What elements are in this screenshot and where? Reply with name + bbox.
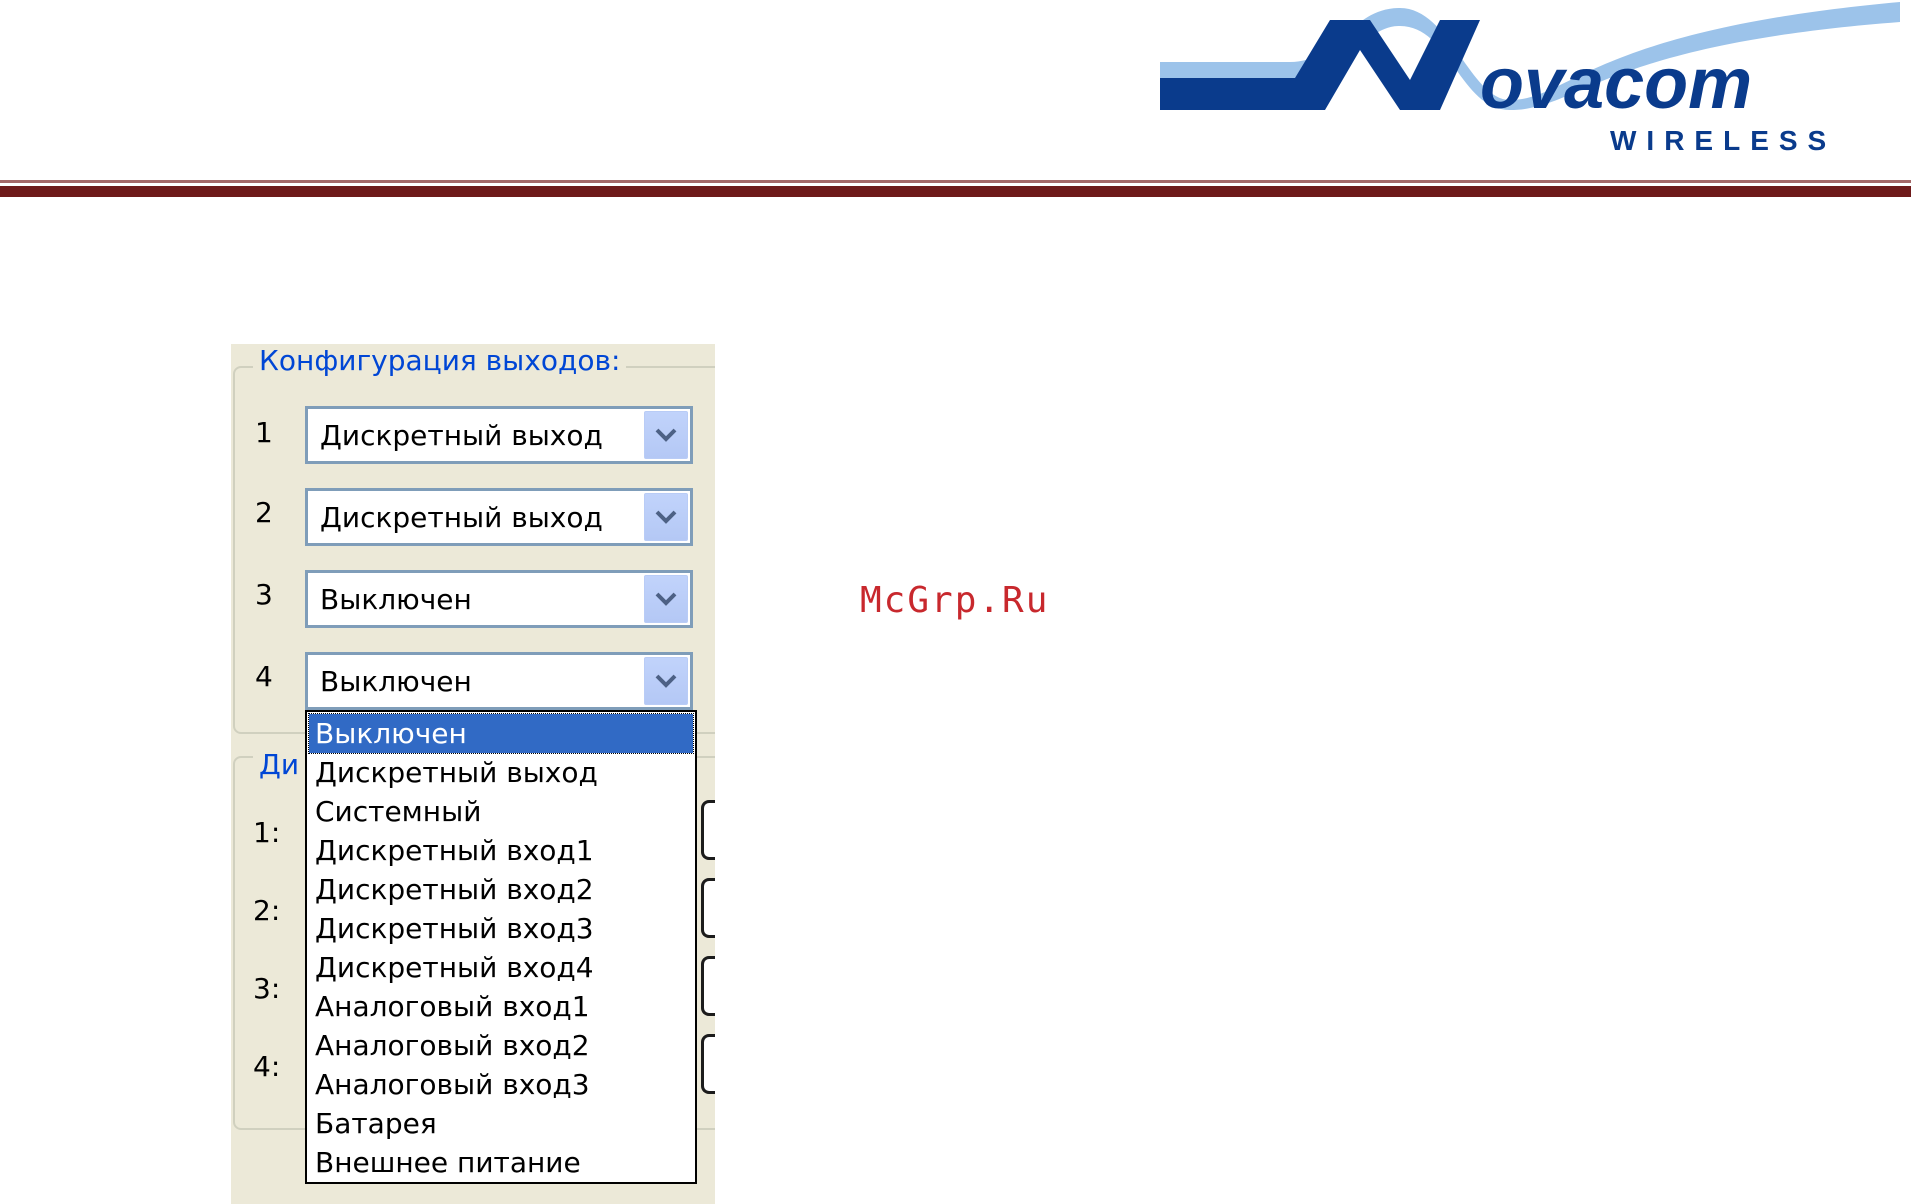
dropdown-option[interactable]: Аналоговый вход1 (309, 987, 693, 1026)
chevron-down-icon (655, 510, 677, 524)
output-4-dropdown-list[interactable]: Выключен Дискретный выход Системный Диск… (305, 710, 697, 1184)
dropdown-option[interactable]: Выключен (308, 713, 694, 754)
output-row-number: 1 (255, 416, 273, 449)
novacom-wireless-logo: ovacom WIRELESS (1160, 2, 1900, 156)
inputs-legend: Ди (253, 748, 306, 781)
output-3-combobox[interactable]: Выключен (305, 570, 693, 628)
combobox-value: Выключен (320, 665, 472, 698)
output-2-combobox[interactable]: Дискретный выход (305, 488, 693, 546)
combobox-value: Дискретный выход (320, 501, 603, 534)
combobox-value: Выключен (320, 583, 472, 616)
input-row-label: 3: (253, 972, 281, 1005)
dropdown-button[interactable] (644, 493, 688, 541)
config-dialog-screenshot: Конфигурация выходов: 1 Дискретный выход… (231, 344, 715, 1204)
dropdown-option[interactable]: Дискретный вход2 (309, 870, 693, 909)
output-row-number: 2 (255, 496, 273, 529)
dropdown-option[interactable]: Батарея (309, 1104, 693, 1143)
dropdown-option[interactable]: Дискретный вход1 (309, 831, 693, 870)
output-1-combobox[interactable]: Дискретный выход (305, 406, 693, 464)
dropdown-option[interactable]: Аналоговый вход3 (309, 1065, 693, 1104)
input-row-label: 2: (253, 894, 281, 927)
header-rule-thin (0, 180, 1911, 183)
combobox-value: Дискретный выход (320, 419, 603, 452)
dropdown-option[interactable]: Дискретный вход4 (309, 948, 693, 987)
dropdown-option[interactable]: Системный (309, 792, 693, 831)
svg-text:ovacom: ovacom (1480, 44, 1752, 124)
chevron-down-icon (655, 592, 677, 606)
input-1-field[interactable] (701, 800, 715, 860)
dropdown-button[interactable] (644, 575, 688, 623)
header-rule-thick (0, 186, 1911, 197)
input-3-field[interactable] (701, 956, 715, 1016)
input-2-field[interactable] (701, 878, 715, 938)
dropdown-option[interactable]: Аналоговый вход2 (309, 1026, 693, 1065)
dropdown-button[interactable] (644, 657, 688, 705)
dropdown-option[interactable]: Внешнее питание (309, 1143, 693, 1182)
input-4-field[interactable] (701, 1034, 715, 1094)
dropdown-option[interactable]: Дискретный выход (309, 753, 693, 792)
output-row-number: 4 (255, 660, 273, 693)
input-row-label: 4: (253, 1050, 281, 1083)
outputs-legend: Конфигурация выходов: (253, 344, 627, 377)
watermark: McGrp.Ru (860, 580, 1050, 621)
chevron-down-icon (655, 428, 677, 442)
dropdown-button[interactable] (644, 411, 688, 459)
chevron-down-icon (655, 674, 677, 688)
output-4-combobox[interactable]: Выключен (305, 652, 693, 710)
output-row-number: 3 (255, 578, 273, 611)
dropdown-option[interactable]: Дискретный вход3 (309, 909, 693, 948)
svg-text:WIRELESS: WIRELESS (1610, 125, 1836, 156)
input-row-label: 1: (253, 816, 281, 849)
